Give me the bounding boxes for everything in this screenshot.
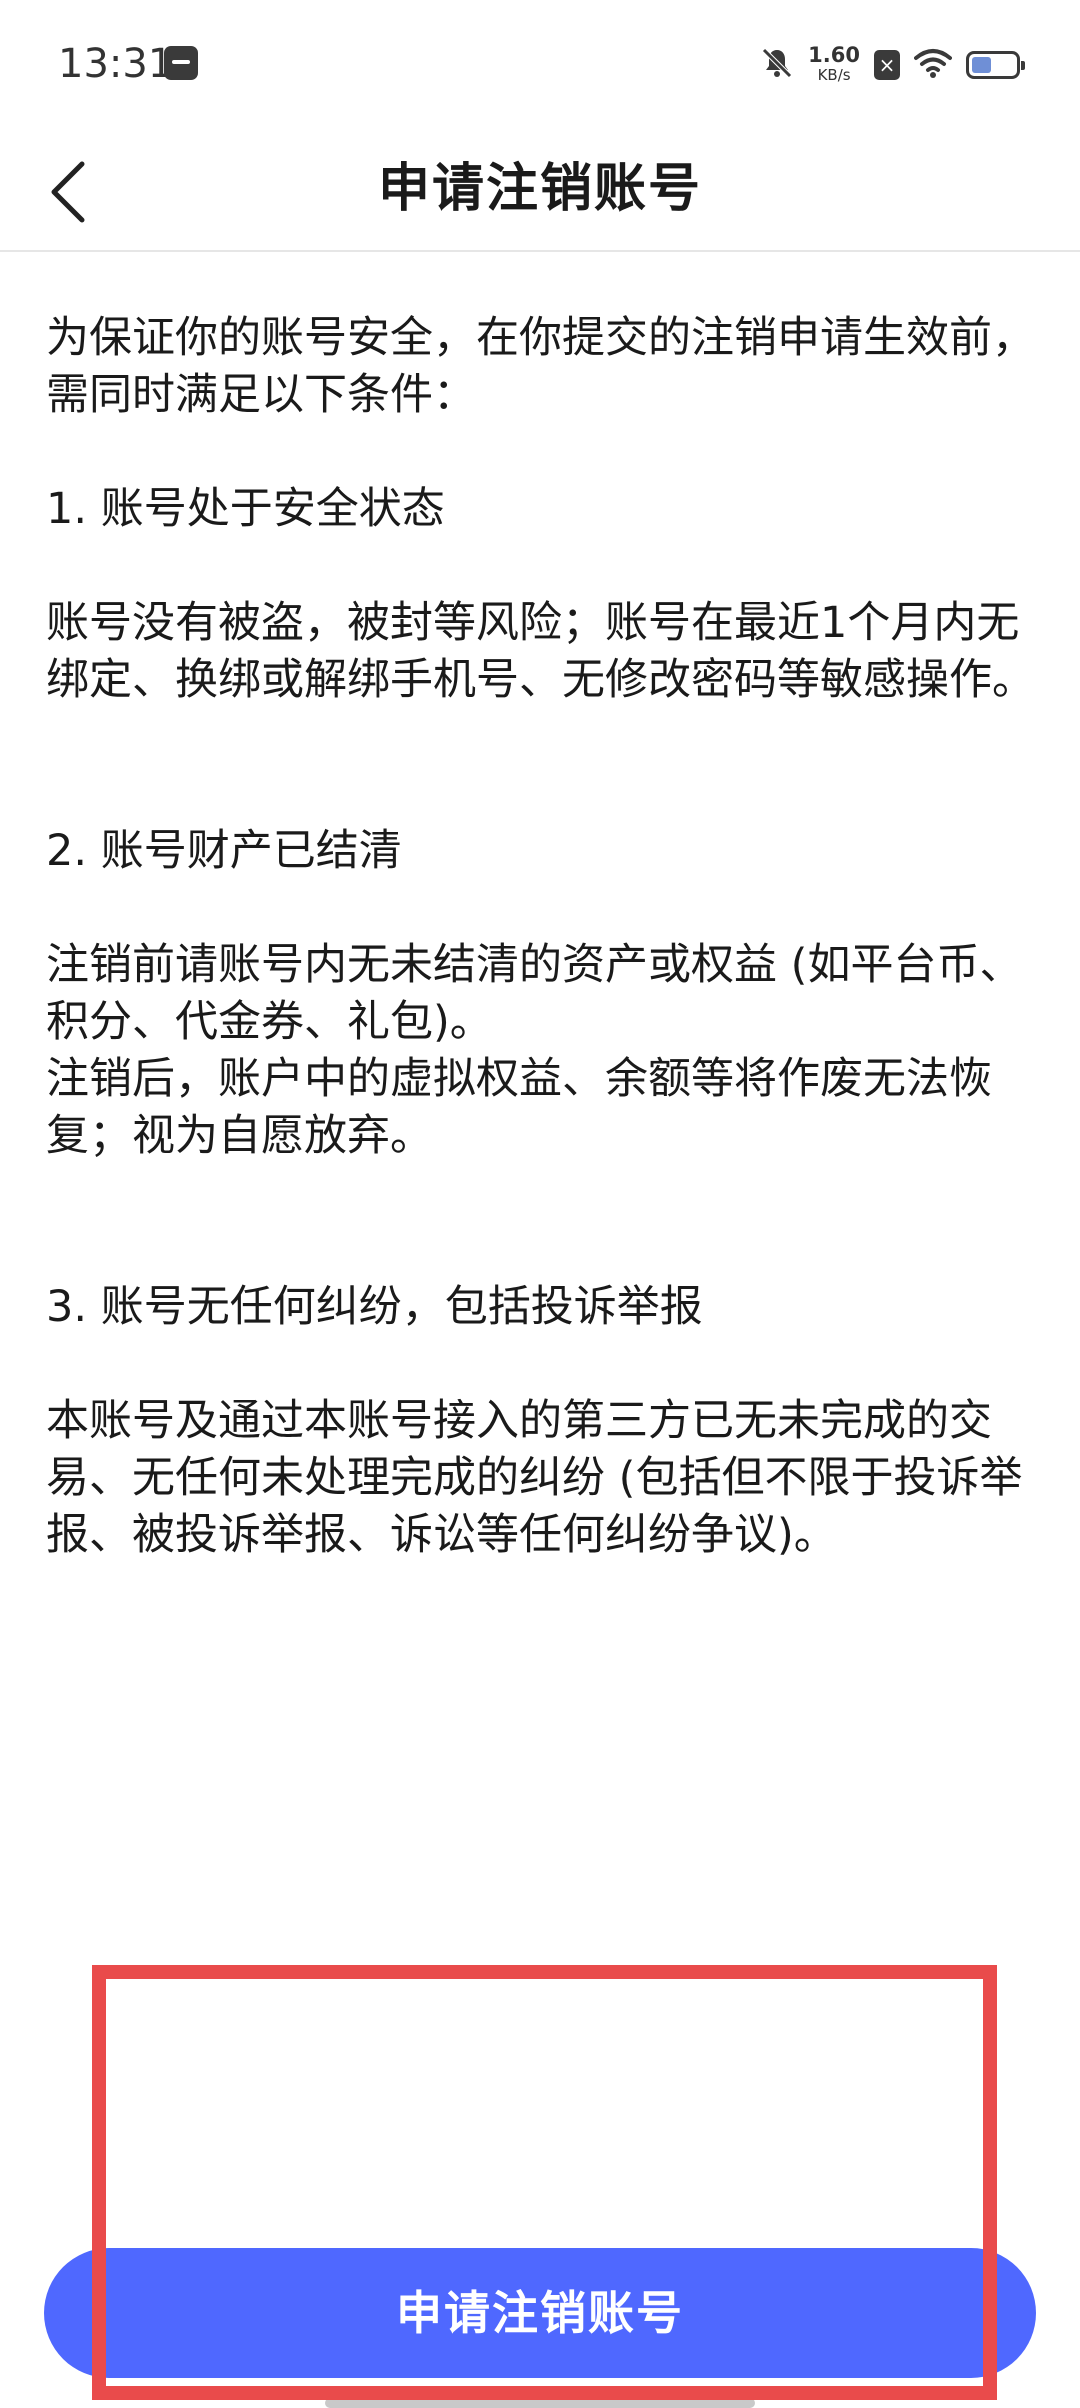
battery-level bbox=[972, 57, 991, 73]
section-body: 本账号及通过本账号接入的第三方已无未完成的交易、无任何未处理完成的纠纷 (包括但… bbox=[46, 1396, 1023, 1560]
section-body: 注销前请账号内无未结清的资产或权益 (如平台币、积分、代金券、礼包)。 注销后，… bbox=[46, 940, 1023, 1161]
page-title: 申请注销账号 bbox=[377, 159, 702, 219]
terms-content: 为保证你的账号安全，在你提交的注销申请生效前，需同时满足以下条件： 1. 账号处… bbox=[46, 310, 1046, 1678]
mute-icon bbox=[760, 46, 794, 84]
net-speed-unit: KB/s bbox=[817, 66, 851, 84]
section-heading: 1. 账号处于安全状态 bbox=[46, 484, 445, 534]
net-speed-value: 1.60 bbox=[808, 43, 860, 67]
apply-cancel-account-button[interactable]: 申请注销账号 bbox=[44, 2248, 1036, 2378]
section-heading: 3. 账号无任何纠纷，包括投诉举报 bbox=[46, 1282, 703, 1332]
section-heading: 2. 账号财产已结清 bbox=[46, 826, 402, 876]
wifi-icon bbox=[914, 48, 952, 82]
section-body: 账号没有被盗，被封等风险；账号在最近1个月内无绑定、换绑或解绑手机号、无修改密码… bbox=[46, 598, 1035, 705]
home-indicator[interactable] bbox=[325, 2398, 755, 2408]
no-sim-icon: × bbox=[874, 50, 900, 80]
bottom-action-area: 申请注销账号 bbox=[0, 2240, 1080, 2408]
battery-icon bbox=[966, 51, 1025, 79]
status-time: 13:31 bbox=[58, 41, 174, 87]
net-speed: 1.60 KB/s bbox=[808, 45, 860, 85]
status-icons: 1.60 KB/s × bbox=[760, 42, 1025, 88]
status-bar: 13:31 1.60 KB/s × bbox=[0, 0, 1080, 130]
calendar-icon bbox=[164, 46, 198, 80]
app-header: 申请注销账号 bbox=[0, 130, 1080, 252]
intro-text: 为保证你的账号安全，在你提交的注销申请生效前，需同时满足以下条件： bbox=[46, 313, 1035, 420]
